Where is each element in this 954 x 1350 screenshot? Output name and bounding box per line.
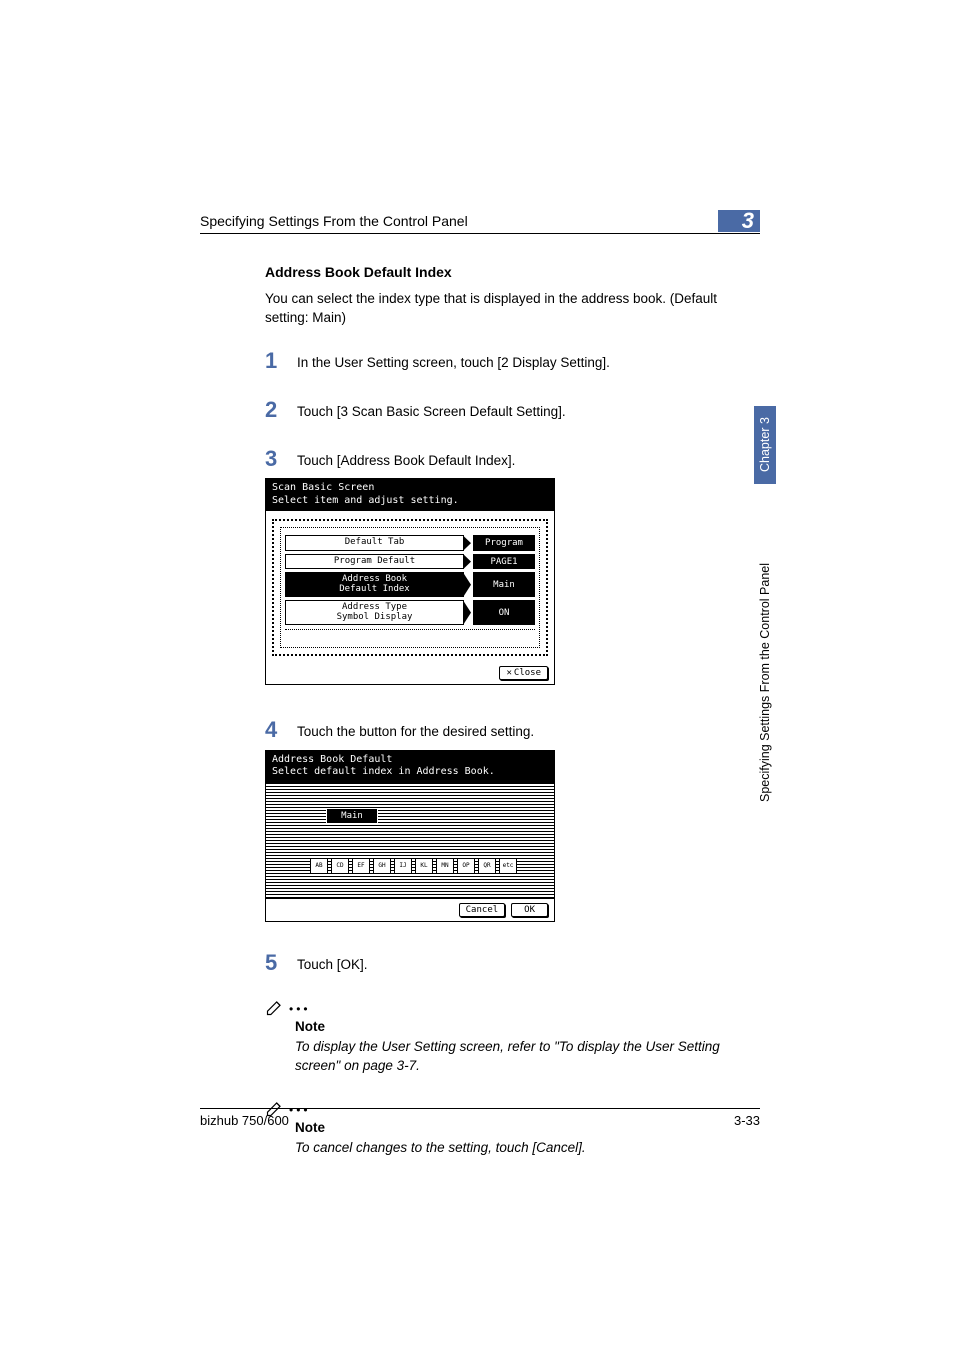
side-tab: Chapter 3 Specifying Settings From the C… [754,406,776,816]
screen-title: Address Book Default [272,754,548,767]
step-5-block: 5 Touch [OK]. [265,952,760,975]
close-icon: ✕ [506,668,511,678]
step-4-block: 4 Touch the button for the desired setti… [265,719,760,922]
dotted-frame: Default Tab Program Program Default PAGE… [272,519,548,656]
step-number: 3 [265,448,297,470]
close-button[interactable]: ✕Close [499,666,548,680]
label-line: Symbol Display [337,613,413,622]
setting-row: Address Type Symbol Display ON [285,600,535,625]
setting-label[interactable]: Program Default [285,554,464,569]
note-label: Note [295,1019,760,1034]
setting-label[interactable]: Address Book Default Index [285,572,464,597]
index-key[interactable]: IJ [394,858,412,874]
step-text: Touch [OK]. [297,952,368,975]
page-footer: bizhub 750/600 3-33 [200,1108,760,1128]
setting-value: Main [473,572,535,597]
step-2-block: 2 Touch [3 Scan Basic Screen Default Set… [265,399,760,422]
close-label: Close [514,668,541,678]
running-head: Specifying Settings From the Control Pan… [200,210,760,234]
setting-value: Program [473,535,535,550]
step-number: 2 [265,399,297,421]
intro-paragraph: You can select the index type that is di… [265,290,760,328]
step-3-block: 3 Touch [Address Book Default Index]. Sc… [265,448,760,686]
screen-footer: ✕Close [266,662,554,684]
screen-footer: Cancel OK [266,898,554,921]
step-text: Touch [3 Scan Basic Screen Default Setti… [297,399,566,422]
index-key[interactable]: EF [352,858,370,874]
note-dots-icon: ••• [289,1002,311,1017]
main-option-button[interactable]: Main [326,808,378,824]
step-row: 4 Touch the button for the desired setti… [265,719,760,742]
setting-value: PAGE1 [473,554,535,569]
cancel-button[interactable]: Cancel [459,903,506,917]
chapter-number-box: 3 [718,210,760,232]
screen-header: Scan Basic Screen Select item and adjust… [266,479,554,511]
step-text: In the User Setting screen, touch [2 Dis… [297,350,610,373]
step-1-block: 1 In the User Setting screen, touch [2 D… [265,350,760,373]
page: Specifying Settings From the Control Pan… [0,0,954,1350]
index-key[interactable]: OP [457,858,475,874]
screen-body: Default Tab Program Program Default PAGE… [266,511,554,662]
running-head-text: Specifying Settings From the Control Pan… [200,213,468,229]
setting-value: ON [473,600,535,625]
step-text: Touch [Address Book Default Index]. [297,448,515,471]
screen-subtitle: Select default index in Address Book. [272,766,548,779]
note-text: To cancel changes to the setting, touch … [295,1139,760,1158]
index-key-row: AB CD EF GH IJ KL MN OP QR etc [310,858,517,874]
note-block: ••• Note To display the User Setting scr… [265,997,760,1076]
footer-page-number: 3-33 [734,1113,760,1128]
dotted-spacer [285,629,535,643]
step-number: 4 [265,719,297,741]
content-area: Specifying Settings From the Control Pan… [200,210,760,1158]
pencil-icon [265,997,285,1017]
setting-label[interactable]: Default Tab [285,535,464,550]
arrow-icon [463,554,473,569]
setting-row: Program Default PAGE1 [285,554,535,569]
embedded-screenshot-address-book-default: Address Book Default Select default inde… [265,750,555,922]
label-line: Default Index [339,585,409,594]
step-row: 1 In the User Setting screen, touch [2 D… [265,350,760,373]
index-key[interactable]: AB [310,858,328,874]
step-row: 2 Touch [3 Scan Basic Screen Default Set… [265,399,760,422]
step-text: Touch the button for the desired setting… [297,719,534,742]
section-heading: Address Book Default Index [265,264,760,280]
step-row: 5 Touch [OK]. [265,952,760,975]
arrow-icon [463,600,473,625]
note-icon-row: ••• [265,997,760,1017]
side-title-label: Specifying Settings From the Control Pan… [754,484,776,814]
ok-button[interactable]: OK [511,903,548,917]
screen-body: Main AB CD EF GH IJ KL MN OP QR etc [266,783,554,898]
screen-title: Scan Basic Screen [272,482,548,495]
footer-product: bizhub 750/600 [200,1113,289,1128]
setting-row: Address Book Default Index Main [285,572,535,597]
index-key[interactable]: KL [415,858,433,874]
arrow-icon [463,572,473,597]
screen-header: Address Book Default Select default inde… [266,751,554,783]
setting-label[interactable]: Address Type Symbol Display [285,600,464,625]
step-number: 1 [265,350,297,372]
setting-row: Default Tab Program [285,535,535,550]
ok-label: OK [524,905,535,915]
screen-subtitle: Select item and adjust setting. [272,495,548,508]
arrow-icon [463,535,473,550]
embedded-screenshot-scan-basic: Scan Basic Screen Select item and adjust… [265,478,555,685]
index-key[interactable]: GH [373,858,391,874]
index-key[interactable]: CD [331,858,349,874]
body-column: Address Book Default Index You can selec… [265,264,760,1158]
cancel-label: Cancel [466,905,499,915]
index-key[interactable]: etc [499,858,517,874]
index-key[interactable]: QR [478,858,496,874]
index-key[interactable]: MN [436,858,454,874]
note-text: To display the User Setting screen, refe… [295,1038,760,1076]
step-number: 5 [265,952,297,974]
side-chapter-label: Chapter 3 [754,406,776,484]
step-row: 3 Touch [Address Book Default Index]. [265,448,760,471]
